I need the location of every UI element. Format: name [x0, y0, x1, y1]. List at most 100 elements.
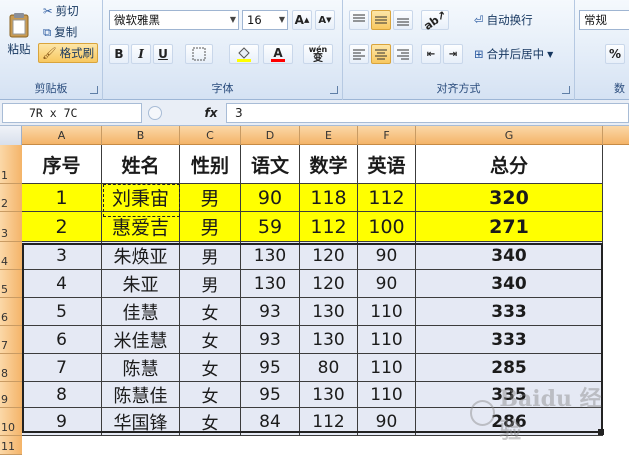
table-cell[interactable]: 95 — [241, 382, 300, 408]
table-cell[interactable]: 男 — [180, 184, 241, 212]
table-cell[interactable]: 110 — [358, 298, 416, 326]
table-cell[interactable]: 陈慧佳 — [102, 382, 180, 408]
font-size-select[interactable]: 16 ▼ — [242, 10, 288, 30]
row-header[interactable]: 4 — [0, 242, 22, 270]
table-cell[interactable]: 朱焕亚 — [102, 242, 180, 270]
table-cell[interactable]: 130 — [300, 382, 358, 408]
table-cell[interactable]: 3 — [22, 242, 102, 270]
alignment-dialog-launcher[interactable] — [562, 86, 570, 94]
table-cell[interactable]: 120 — [300, 242, 358, 270]
table-cell[interactable]: 女 — [180, 382, 241, 408]
table-cell[interactable]: 7 — [22, 354, 102, 382]
name-box[interactable]: 7R x 7C — [2, 103, 142, 123]
table-cell[interactable]: 112 — [300, 212, 358, 242]
table-cell[interactable]: 333 — [416, 326, 603, 354]
column-header-d[interactable]: D — [241, 126, 300, 145]
insert-function-button[interactable]: fx — [200, 103, 222, 123]
table-cell[interactable]: 1 — [22, 184, 102, 212]
column-header-c[interactable]: C — [180, 126, 241, 145]
table-cell[interactable]: 93 — [241, 326, 300, 354]
table-cell[interactable]: 男 — [180, 242, 241, 270]
merge-center-button[interactable]: ⊞ 合并后居中 ▼ — [471, 44, 556, 64]
row-header[interactable]: 9 — [0, 382, 22, 408]
borders-button[interactable] — [185, 44, 213, 64]
table-cell[interactable]: 刘秉宙 — [102, 184, 180, 212]
table-cell[interactable]: 59 — [241, 212, 300, 242]
table-cell[interactable]: 110 — [358, 354, 416, 382]
wrap-text-button[interactable]: ⏎ 自动换行 — [471, 10, 536, 30]
table-cell[interactable]: 93 — [241, 298, 300, 326]
select-all-corner[interactable] — [0, 126, 22, 145]
table-cell[interactable]: 女 — [180, 326, 241, 354]
header-cell[interactable]: 数学 — [300, 145, 358, 184]
table-cell[interactable]: 130 — [241, 270, 300, 298]
format-painter-button[interactable]: 🖌 格式刷 — [38, 43, 99, 63]
font-dialog-launcher[interactable] — [330, 86, 338, 94]
table-cell[interactable]: 6 — [22, 326, 102, 354]
table-cell[interactable]: 90 — [358, 242, 416, 270]
table-cell[interactable]: 8 — [22, 382, 102, 408]
table-cell[interactable]: 朱亚 — [102, 270, 180, 298]
table-cell[interactable]: 112 — [358, 184, 416, 212]
table-cell[interactable]: 130 — [300, 326, 358, 354]
column-header-f[interactable]: F — [358, 126, 416, 145]
italic-button[interactable]: I — [131, 44, 151, 64]
font-name-select[interactable]: 微软雅黑 ▼ — [109, 10, 239, 30]
table-cell[interactable]: 285 — [416, 354, 603, 382]
header-cell[interactable]: 性别 — [180, 145, 241, 184]
row-header[interactable]: 5 — [0, 270, 22, 298]
percent-style-button[interactable]: % — [605, 44, 625, 64]
table-cell[interactable]: 112 — [300, 408, 358, 436]
table-cell[interactable]: 120 — [300, 270, 358, 298]
paste-button[interactable]: 粘贴 — [2, 4, 36, 64]
table-cell[interactable]: 271 — [416, 212, 603, 242]
table-cell[interactable]: 2 — [22, 212, 102, 242]
font-color-button[interactable]: A — [263, 44, 293, 64]
header-cell[interactable]: 语文 — [241, 145, 300, 184]
column-header-b[interactable]: B — [102, 126, 180, 145]
table-cell[interactable]: 米佳慧 — [102, 326, 180, 354]
header-cell[interactable]: 英语 — [358, 145, 416, 184]
align-left-button[interactable] — [349, 44, 369, 64]
table-cell[interactable]: 90 — [358, 408, 416, 436]
align-center-button[interactable] — [371, 44, 391, 64]
number-format-select[interactable]: 常规 — [579, 10, 629, 30]
underline-button[interactable]: U — [153, 44, 173, 64]
table-cell[interactable]: 340 — [416, 270, 603, 298]
table-cell[interactable]: 佳慧 — [102, 298, 180, 326]
increase-indent-button[interactable]: ⇥ — [443, 44, 463, 64]
table-cell[interactable]: 84 — [241, 408, 300, 436]
table-cell[interactable]: 333 — [416, 298, 603, 326]
table-cell[interactable]: 男 — [180, 212, 241, 242]
fill-color-button[interactable] — [229, 44, 259, 64]
fill-handle[interactable] — [598, 429, 604, 435]
table-cell[interactable]: 320 — [416, 184, 603, 212]
table-cell[interactable]: 110 — [358, 326, 416, 354]
align-bottom-button[interactable] — [393, 10, 413, 30]
shrink-font-button[interactable]: A ▼ — [315, 10, 335, 30]
row-header[interactable]: 3 — [0, 212, 22, 242]
table-cell[interactable]: 4 — [22, 270, 102, 298]
align-middle-button[interactable] — [371, 10, 391, 30]
table-cell[interactable]: 女 — [180, 354, 241, 382]
grow-font-button[interactable]: A ▲ — [292, 10, 312, 30]
table-cell[interactable]: 陈慧 — [102, 354, 180, 382]
column-header-e[interactable]: E — [300, 126, 358, 145]
table-cell[interactable]: 95 — [241, 354, 300, 382]
row-header[interactable]: 1 — [0, 145, 22, 184]
table-cell[interactable]: 110 — [358, 382, 416, 408]
header-cell[interactable]: 姓名 — [102, 145, 180, 184]
table-cell[interactable]: 5 — [22, 298, 102, 326]
row-header[interactable]: 11 — [0, 436, 22, 455]
column-header-g[interactable]: G — [416, 126, 603, 145]
table-cell[interactable]: 340 — [416, 242, 603, 270]
table-cell[interactable]: 9 — [22, 408, 102, 436]
row-header[interactable]: 6 — [0, 298, 22, 326]
table-cell[interactable]: 90 — [358, 270, 416, 298]
clipboard-dialog-launcher[interactable] — [90, 86, 98, 94]
table-cell[interactable]: 90 — [241, 184, 300, 212]
table-cell[interactable]: 286 — [416, 408, 603, 436]
table-cell[interactable]: 335 — [416, 382, 603, 408]
align-right-button[interactable] — [393, 44, 413, 64]
table-cell[interactable]: 女 — [180, 408, 241, 436]
